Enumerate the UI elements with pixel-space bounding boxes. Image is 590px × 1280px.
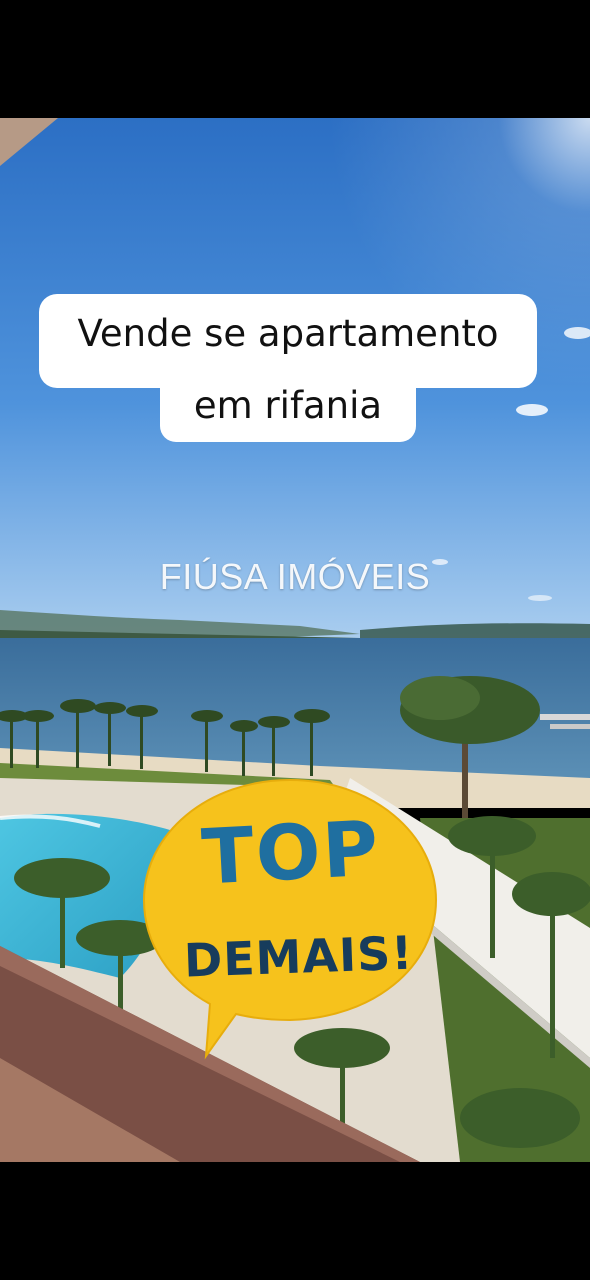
sticker-top-text: TOP [199,803,383,902]
letterbox-top [0,0,590,118]
sticker-demais-text: DEMAIS! [183,925,415,988]
caption-line-2: em rifania [160,370,416,442]
watermark-text: FIÚSA IMÓVEIS [159,556,431,597]
caption-line-2-text: em rifania [193,384,383,427]
caption-line-1-text: Vende se apartamento [77,312,499,355]
letterbox-bottom [0,1162,590,1280]
